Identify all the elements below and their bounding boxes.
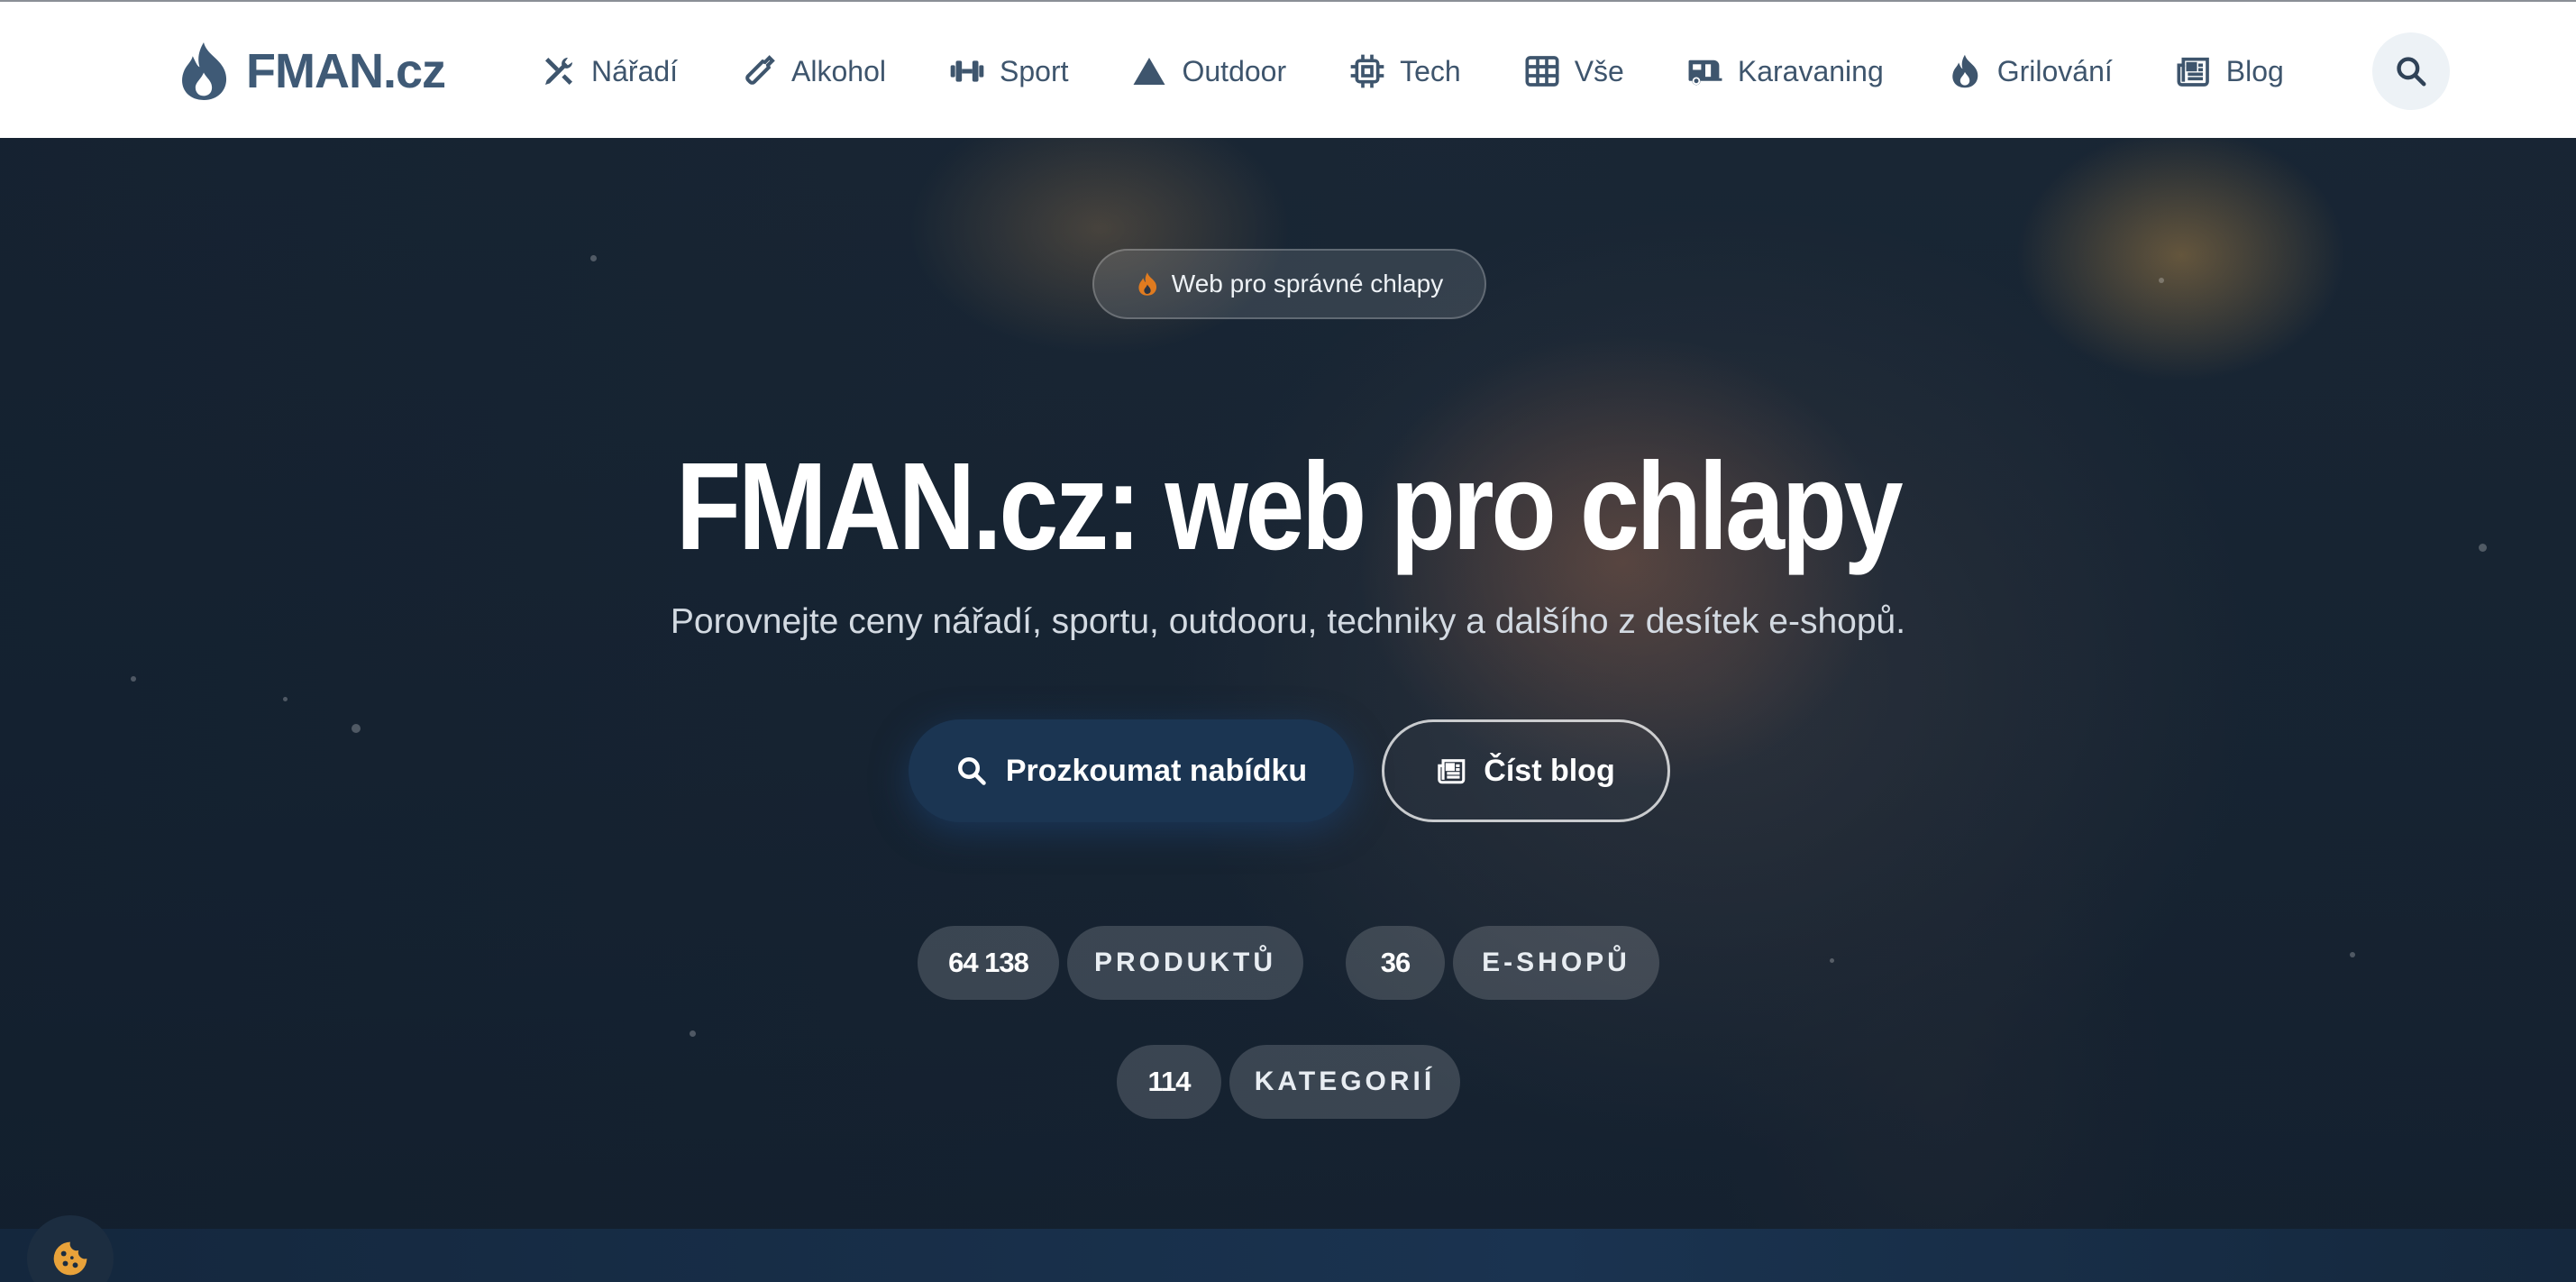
explore-offer-label: Prozkoumat nabídku	[1005, 753, 1308, 788]
decorative-dot	[352, 724, 361, 733]
hero-title: FMAN.cz: web pro chlapy	[675, 437, 1904, 576]
nav-item-label: Tech	[1400, 54, 1461, 87]
stat-eshops-value: 36	[1346, 926, 1445, 1000]
cookie-icon	[53, 1241, 87, 1276]
hero-badge-label: Web pro správné chlapy	[1171, 270, 1444, 298]
nav-item-alkohol[interactable]: Alkohol	[741, 43, 886, 99]
hero-badge: Web pro správné chlapy	[1092, 249, 1486, 319]
nav-item-outdoor[interactable]: Outdoor	[1131, 43, 1286, 99]
nav-item-label: Vše	[1574, 54, 1624, 87]
decorative-dot	[2350, 952, 2355, 957]
nav-item-label: Grilování	[1996, 54, 2113, 87]
stat-products-label: PRODUKTŮ	[1067, 926, 1303, 1000]
nav-item-sport[interactable]: Sport	[949, 43, 1068, 99]
main-nav: Nářadí Alkohol Sport Outdoor Tech Vše Ka…	[541, 43, 2284, 99]
site-logo[interactable]: FMAN.cz	[176, 38, 446, 105]
dumbbell-icon	[950, 60, 984, 82]
nav-item-tech[interactable]: Tech	[1349, 43, 1461, 99]
decorative-dot	[590, 255, 597, 261]
nav-item-label: Outdoor	[1182, 54, 1287, 87]
next-section-edge	[0, 1229, 2576, 1282]
nav-item-label: Alkohol	[791, 54, 886, 87]
nav-item-karavaning[interactable]: Karavaning	[1687, 43, 1884, 99]
stat-eshops-label: E-SHOPŮ	[1453, 926, 1659, 1000]
hero-section: Web pro správné chlapy FMAN.cz: web pro …	[0, 138, 2576, 1229]
decorative-dot	[2159, 278, 2164, 283]
chip-icon	[1350, 54, 1384, 88]
flame-icon	[1138, 272, 1156, 296]
decorative-dot	[690, 1030, 696, 1037]
caravan-icon	[1688, 60, 1722, 86]
newspaper-icon	[1438, 759, 1466, 784]
nav-item-grilovani[interactable]: Grilování	[1947, 43, 2113, 99]
decorative-dot	[1830, 958, 1834, 963]
nav-item-naradi[interactable]: Nářadí	[541, 43, 678, 99]
grid-icon	[1525, 56, 1559, 87]
newspaper-icon	[2177, 57, 2209, 87]
nav-item-label: Nářadí	[591, 54, 679, 87]
decorative-dot	[131, 676, 136, 682]
search-icon	[957, 757, 986, 785]
stat-products-value: 64 138	[918, 926, 1059, 1000]
search-icon	[2397, 57, 2426, 87]
nav-item-label: Karavaning	[1737, 54, 1884, 87]
nav-item-label: Blog	[2225, 54, 2284, 87]
read-blog-button[interactable]: Číst blog	[1382, 719, 1670, 822]
flame-icon	[1952, 54, 1978, 88]
nav-item-blog[interactable]: Blog	[2176, 43, 2284, 99]
site-header: FMAN.cz Nářadí Alkohol Sport Outdoor Tec…	[0, 0, 2576, 138]
logo-text: FMAN.cz	[246, 44, 446, 98]
nav-item-label: Sport	[1000, 54, 1069, 87]
flame-icon	[182, 42, 227, 100]
stat-categories-label: KATEGORIÍ	[1229, 1045, 1460, 1119]
decorative-dot	[2479, 544, 2487, 552]
bottle-icon	[745, 55, 775, 85]
search-button[interactable]	[2372, 32, 2450, 110]
mountain-icon	[1133, 58, 1165, 85]
tools-icon	[545, 57, 573, 85]
explore-offer-button[interactable]: Prozkoumat nabídku	[909, 719, 1354, 822]
stat-categories-value: 114	[1117, 1045, 1221, 1119]
nav-item-vse[interactable]: Vše	[1524, 43, 1624, 99]
decorative-dot	[283, 697, 288, 701]
read-blog-label: Číst blog	[1484, 753, 1615, 788]
hero-subtitle: Porovnejte ceny nářadí, sportu, outdooru…	[670, 602, 1906, 641]
